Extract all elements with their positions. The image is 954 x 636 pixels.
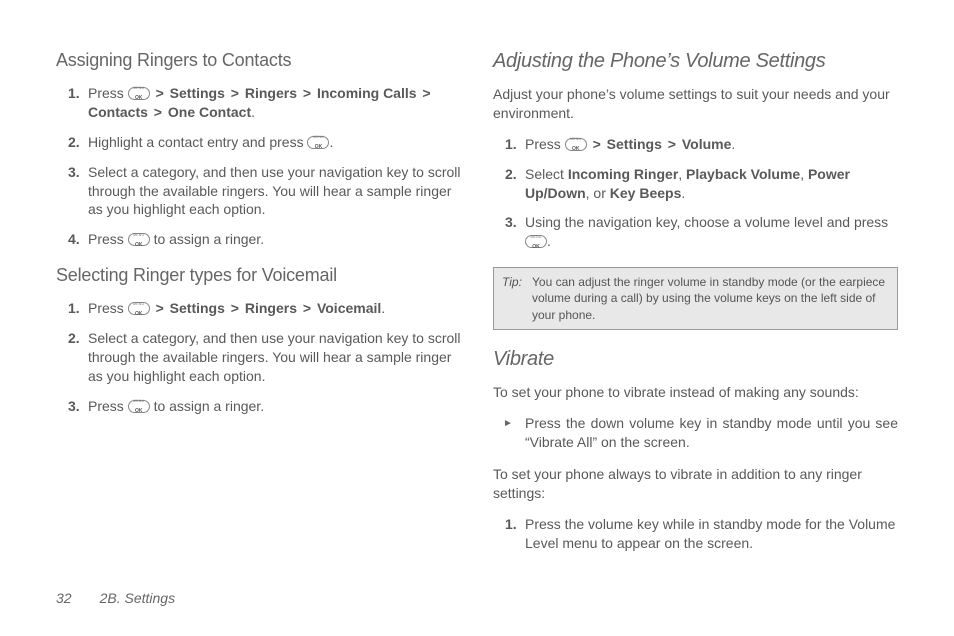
step-2: Highlight a contact entry and press . xyxy=(56,133,461,152)
period: . xyxy=(731,136,735,152)
gt-icon: > xyxy=(154,300,166,316)
text: to assign a ringer. xyxy=(150,398,264,414)
page-footer: 32 2B. Settings xyxy=(56,590,175,606)
gt-icon: > xyxy=(229,85,241,101)
step-2: Select a category, and then use your nav… xyxy=(56,329,461,386)
page-number: 32 xyxy=(56,590,72,606)
nav-settings: Settings xyxy=(170,300,225,316)
nav-settings: Settings xyxy=(607,136,662,152)
period: . xyxy=(381,300,385,316)
page-columns: Assigning Ringers to Contacts Press > Se… xyxy=(56,50,898,569)
text: Press xyxy=(525,136,565,152)
menu-ok-icon xyxy=(128,87,150,100)
step-3: Using the navigation key, choose a volum… xyxy=(493,213,898,251)
step-2: Select Incoming Ringer, Playback Volume,… xyxy=(493,165,898,203)
volume-intro: Adjust your phone’s volume settings to s… xyxy=(493,85,898,123)
gt-icon: > xyxy=(154,85,166,101)
period: . xyxy=(251,104,255,120)
vibrate-intro-1: To set your phone to vibrate instead of … xyxy=(493,383,898,402)
step-3: Select a category, and then use your nav… xyxy=(56,163,461,220)
menu-ok-icon xyxy=(307,136,329,149)
period: . xyxy=(681,185,685,201)
text: Press xyxy=(88,300,128,316)
gt-icon: > xyxy=(420,85,432,101)
text: Press xyxy=(88,85,128,101)
volume-steps: Press > Settings > Volume. Select Incomi… xyxy=(493,135,898,251)
heading-voicemail-ringers: Selecting Ringer types for Voicemail xyxy=(56,265,461,286)
menu-ok-icon xyxy=(128,233,150,246)
nav-incoming-calls: Incoming Calls xyxy=(317,85,417,101)
nav-ringers: Ringers xyxy=(245,300,297,316)
text: Select xyxy=(525,166,568,182)
sep: , xyxy=(800,166,808,182)
gt-icon: > xyxy=(152,104,164,120)
period: . xyxy=(329,134,333,150)
text: Highlight a contact entry and press xyxy=(88,134,307,150)
gt-icon: > xyxy=(301,85,313,101)
vibrate-steps: Press the volume key while in standby mo… xyxy=(493,515,898,553)
menu-ok-icon xyxy=(565,138,587,151)
section-title: 2B. Settings xyxy=(100,590,176,606)
step-1: Press the volume key while in standby mo… xyxy=(493,515,898,553)
gt-icon: > xyxy=(666,136,678,152)
nav-volume: Volume xyxy=(682,136,732,152)
vibrate-bullet-list: Press the down volume key in standby mod… xyxy=(493,414,898,452)
menu-ok-icon xyxy=(525,235,547,248)
text: Press xyxy=(88,231,128,247)
step-1: Press > Settings > Ringers > Voicemail. xyxy=(56,299,461,318)
nav-ringers: Ringers xyxy=(245,85,297,101)
opt-incoming-ringer: Incoming Ringer xyxy=(568,166,678,182)
voicemail-ringer-steps: Press > Settings > Ringers > Voicemail. … xyxy=(56,299,461,415)
step-3: Press to assign a ringer. xyxy=(56,397,461,416)
vibrate-intro-2: To set your phone always to vibrate in a… xyxy=(493,465,898,503)
assign-ringers-steps: Press > Settings > Ringers > Incoming Ca… xyxy=(56,84,461,249)
menu-ok-icon xyxy=(128,302,150,315)
tip-box: Tip: You can adjust the ringer volume in… xyxy=(493,267,898,330)
left-column: Assigning Ringers to Contacts Press > Se… xyxy=(56,50,461,569)
step-1: Press > Settings > Ringers > Incoming Ca… xyxy=(56,84,461,122)
menu-ok-icon xyxy=(128,400,150,413)
nav-voicemail: Voicemail xyxy=(317,300,381,316)
text: Using the navigation key, choose a volum… xyxy=(525,214,888,230)
opt-key-beeps: Key Beeps xyxy=(610,185,682,201)
vibrate-bullet: Press the down volume key in standby mod… xyxy=(493,414,898,452)
heading-volume-settings: Adjusting the Phone’s Volume Settings xyxy=(493,50,898,73)
right-column: Adjusting the Phone’s Volume Settings Ad… xyxy=(493,50,898,569)
heading-assign-ringers: Assigning Ringers to Contacts xyxy=(56,50,461,71)
gt-icon: > xyxy=(229,300,241,316)
nav-contacts: Contacts xyxy=(88,104,148,120)
period: . xyxy=(547,233,551,249)
sep: , xyxy=(678,166,686,182)
nav-settings: Settings xyxy=(170,85,225,101)
step-4: Press to assign a ringer. xyxy=(56,230,461,249)
gt-icon: > xyxy=(591,136,603,152)
text: to assign a ringer. xyxy=(150,231,264,247)
step-1: Press > Settings > Volume. xyxy=(493,135,898,154)
tip-body: You can adjust the ringer volume in stan… xyxy=(532,274,889,323)
nav-one-contact: One Contact xyxy=(168,104,251,120)
sep: , or xyxy=(586,185,610,201)
heading-vibrate: Vibrate xyxy=(493,348,898,371)
text: Press xyxy=(88,398,128,414)
gt-icon: > xyxy=(301,300,313,316)
tip-label: Tip: xyxy=(502,274,532,323)
opt-playback-volume: Playback Volume xyxy=(686,166,800,182)
